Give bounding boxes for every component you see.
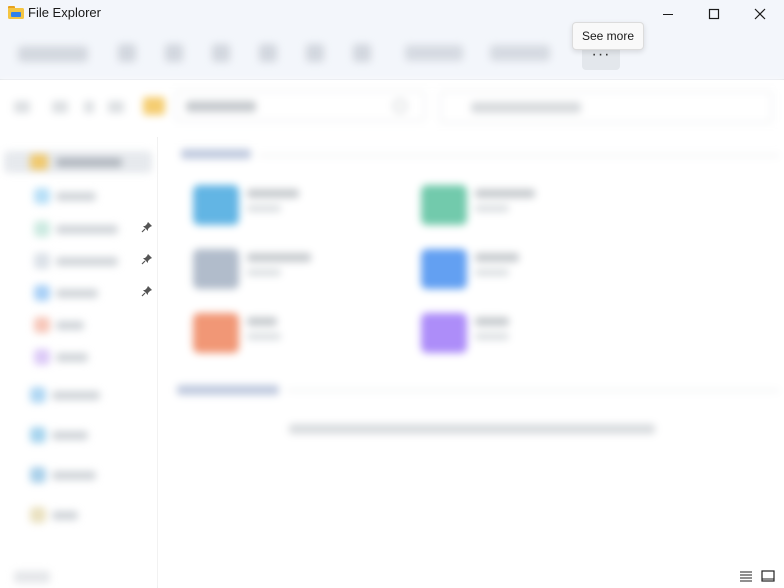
section-divider [287, 390, 779, 391]
documents-icon [34, 253, 50, 269]
rename-button[interactable] [259, 44, 277, 62]
copy-button[interactable] [165, 44, 183, 62]
quick-access-header[interactable] [181, 149, 251, 159]
onedrive-icon [30, 387, 46, 403]
section-divider [259, 155, 779, 156]
folder-icon [193, 313, 239, 353]
see-more-tooltip: See more [572, 22, 645, 50]
forward-button[interactable] [52, 101, 68, 113]
folder-tile-pictures[interactable] [421, 245, 631, 293]
tile-title [475, 317, 509, 326]
title-bar: File Explorer [0, 0, 784, 28]
folder-tile-videos[interactable] [421, 309, 631, 357]
downloads-icon [34, 221, 50, 237]
command-bar: ··· [0, 28, 784, 80]
this-pc-icon [30, 427, 46, 443]
nav-label [56, 257, 118, 266]
cut-button[interactable] [118, 44, 136, 62]
close-icon [754, 8, 766, 20]
search-placeholder [471, 102, 581, 113]
tile-subtitle [247, 269, 281, 276]
nav-label [56, 289, 98, 298]
folder-icon [421, 249, 467, 289]
paste-button[interactable] [212, 44, 230, 62]
nav-item-home[interactable] [4, 151, 152, 173]
new-button[interactable] [18, 46, 88, 62]
view-button[interactable] [490, 45, 550, 61]
pin-icon [140, 220, 154, 234]
nav-label [56, 353, 88, 362]
minimize-button[interactable] [645, 0, 691, 28]
nav-label [56, 225, 118, 234]
address-bar[interactable] [175, 91, 425, 121]
folder-icon [193, 185, 239, 225]
refresh-icon[interactable] [393, 99, 407, 113]
maximize-button[interactable] [691, 0, 737, 28]
nav-label [56, 321, 84, 330]
share-button[interactable] [306, 44, 324, 62]
tile-subtitle [247, 205, 281, 212]
minimize-icon [663, 14, 673, 15]
sort-button[interactable] [405, 45, 463, 61]
up-button[interactable] [108, 101, 124, 113]
file-explorer-app-icon [8, 6, 24, 19]
folder-icon [421, 185, 467, 225]
tile-title [475, 189, 535, 198]
close-button[interactable] [737, 0, 783, 28]
pin-icon [140, 252, 154, 266]
nav-label [52, 471, 96, 480]
pin-icon [140, 284, 154, 298]
tile-subtitle [475, 269, 509, 276]
network-icon [30, 467, 46, 483]
tile-subtitle [475, 205, 509, 212]
search-input[interactable] [440, 91, 772, 123]
recent-locations-button[interactable] [84, 101, 94, 113]
tile-title [247, 317, 277, 326]
nav-label [52, 431, 88, 440]
recent-files-header[interactable] [177, 385, 279, 395]
folder-tile-desktop[interactable] [193, 181, 403, 229]
folder-icon [193, 249, 239, 289]
address-row [0, 81, 784, 137]
status-item-count [14, 571, 50, 583]
maximize-icon [708, 8, 720, 20]
tile-title [247, 189, 299, 198]
nav-label [52, 391, 100, 400]
back-button[interactable] [14, 101, 30, 113]
videos-icon [34, 349, 50, 365]
nav-label [56, 192, 96, 201]
address-folder-icon [143, 97, 165, 115]
linux-icon [30, 507, 46, 523]
tiles-view-icon [761, 570, 775, 582]
tile-title [247, 253, 311, 262]
desktop-icon [34, 188, 50, 204]
tile-subtitle [247, 333, 281, 340]
folder-icon [421, 313, 467, 353]
tiles-view-button[interactable] [760, 569, 776, 583]
pictures-icon [34, 285, 50, 301]
folder-tile-documents[interactable] [193, 245, 403, 293]
details-view-icon [740, 571, 752, 582]
music-icon [34, 317, 50, 333]
folder-tile-downloads[interactable] [421, 181, 631, 229]
recent-files-empty-message [289, 424, 655, 434]
tile-title [475, 253, 519, 262]
navigation-pane [0, 137, 158, 588]
delete-button[interactable] [353, 44, 371, 62]
details-view-button[interactable] [738, 569, 754, 583]
address-path [186, 101, 256, 112]
content-pane [159, 137, 784, 588]
folder-tile-music[interactable] [193, 309, 403, 357]
window-title: File Explorer [28, 5, 101, 20]
nav-label [52, 511, 78, 520]
tile-subtitle [475, 333, 509, 340]
